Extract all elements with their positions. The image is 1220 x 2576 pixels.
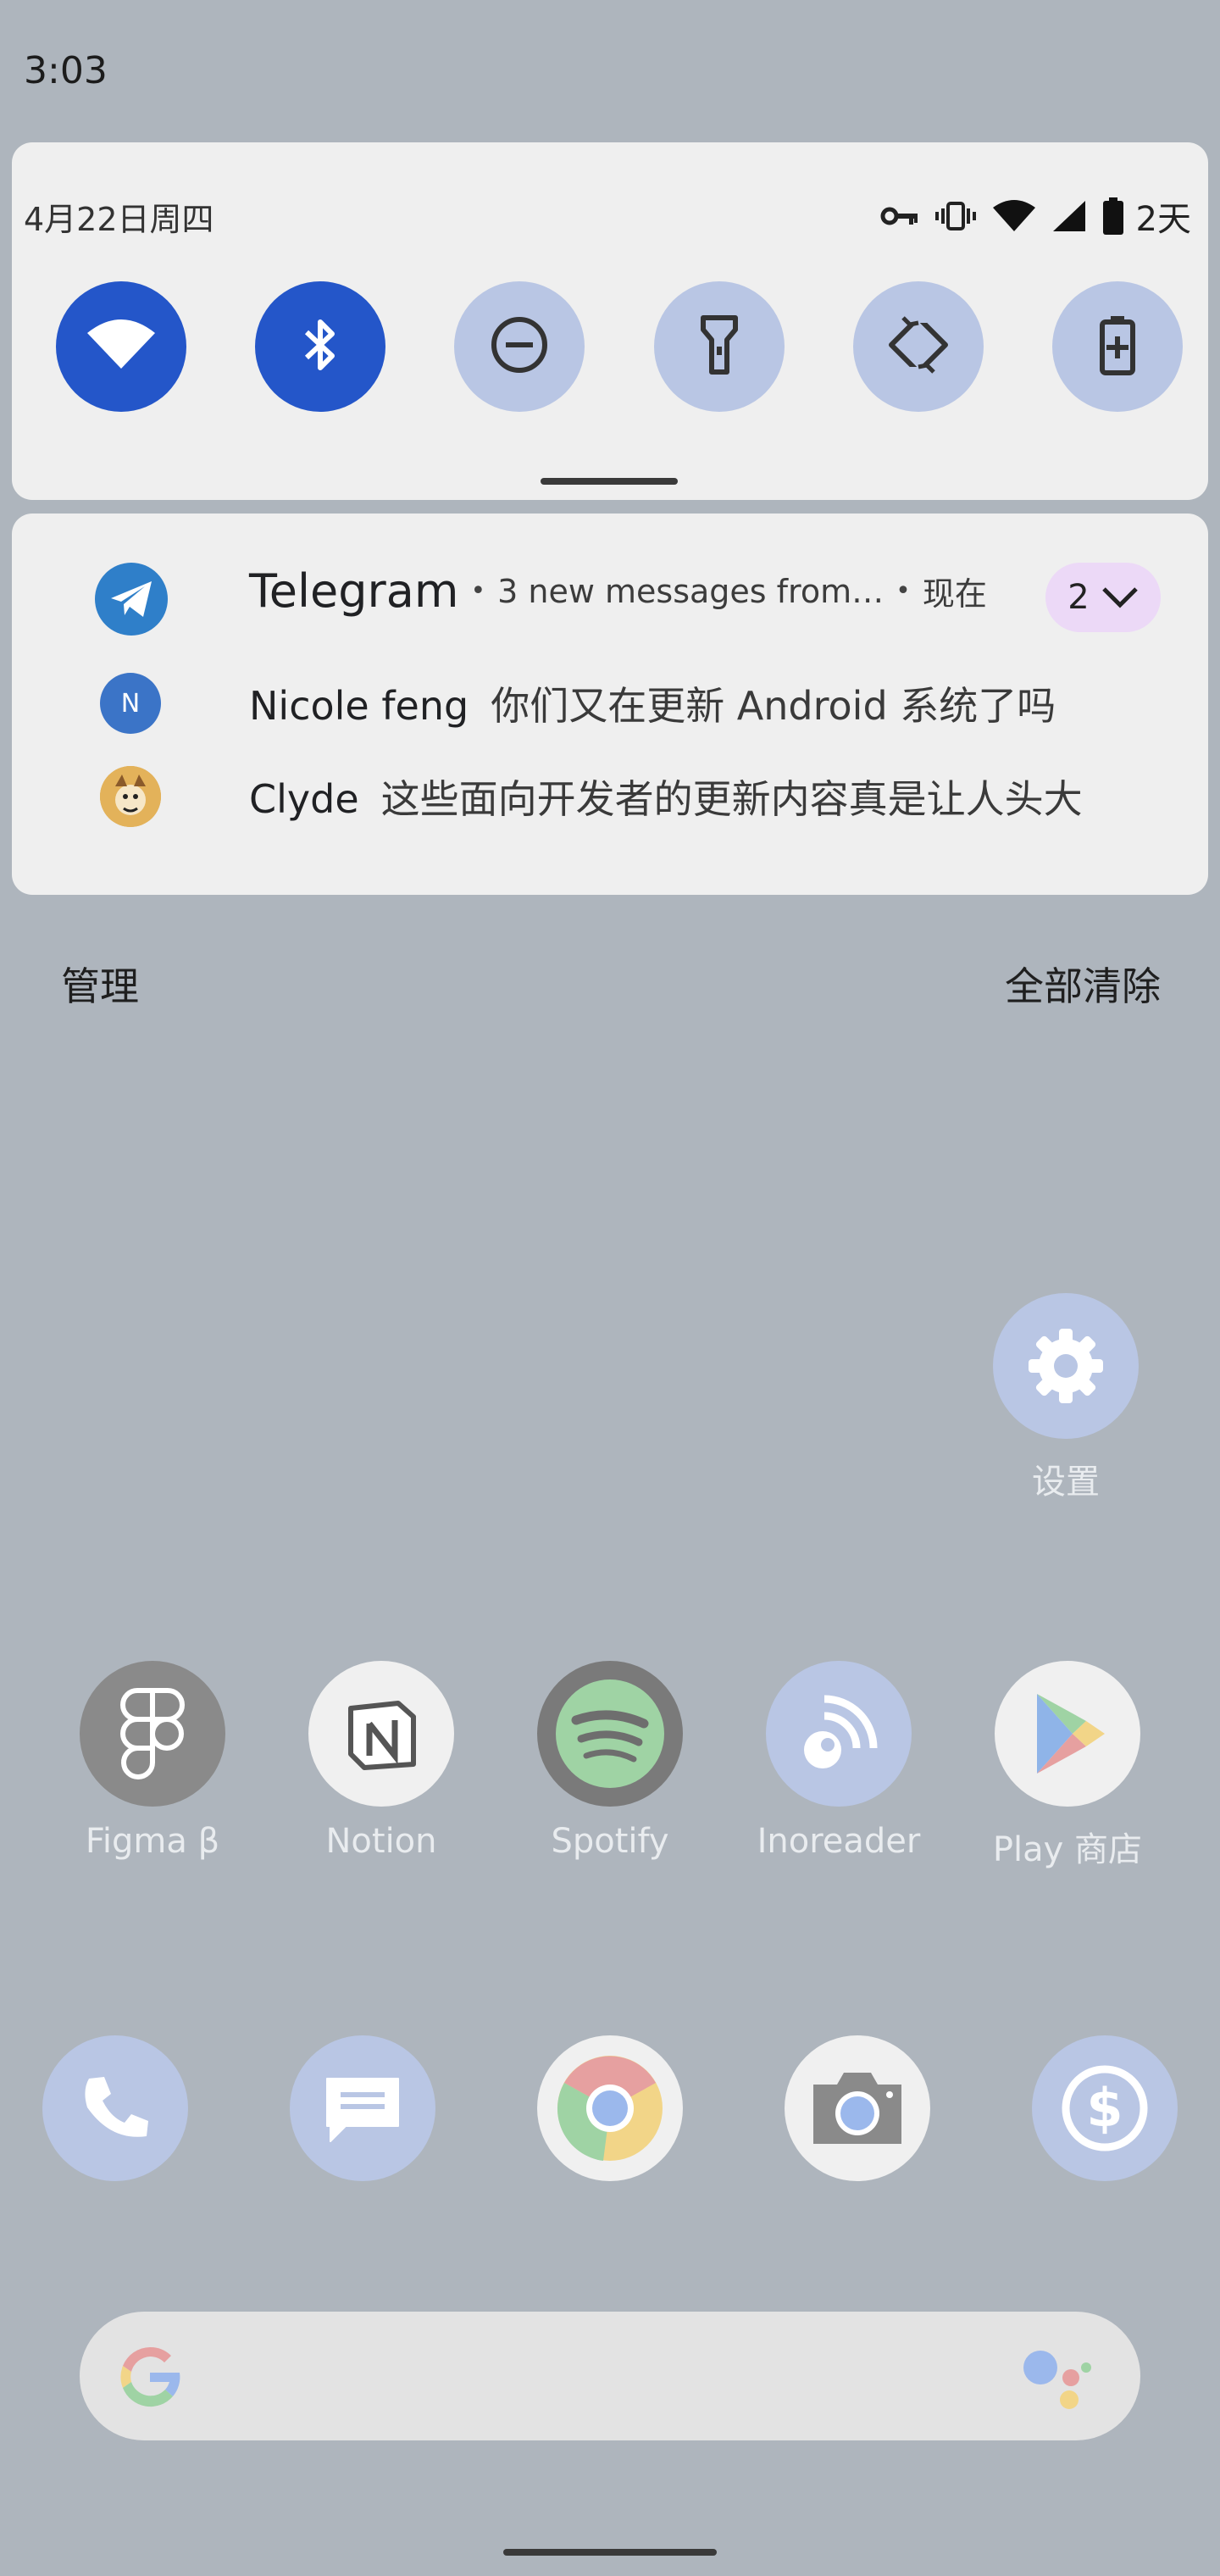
app-inoreader[interactable]: Inoreader: [729, 1661, 949, 1871]
notification-title: 3 new messages from…: [497, 572, 884, 610]
messages-icon: [290, 2035, 435, 2181]
quick-settings-date: 4月22日周四: [24, 201, 214, 238]
telegram-icon: [95, 563, 168, 636]
app-label: Notion: [325, 1822, 437, 1861]
dock-chrome[interactable]: [537, 2035, 683, 2181]
app-notion[interactable]: Notion: [271, 1661, 491, 1871]
google-g-icon: [114, 2340, 186, 2417]
message-body: 这些面向开发者的更新内容真是让人头大: [380, 776, 1083, 822]
figma-icon: [80, 1661, 225, 1807]
message-text: Clyde 这些面向开发者的更新内容真是让人头大: [249, 769, 1083, 824]
battery-label: 2天: [1135, 200, 1191, 239]
flashlight-icon: [698, 314, 740, 379]
app-label: 设置: [1032, 1463, 1100, 1502]
message-sender: Clyde: [249, 776, 359, 822]
message-text: Nicole feng 你们又在更新 Android 系统了吗: [249, 675, 1056, 731]
vibrate-icon: [934, 200, 977, 232]
bluetooth-tile[interactable]: [255, 281, 386, 412]
battery-icon: [1102, 197, 1124, 235]
pay-icon: $: [1032, 2035, 1178, 2181]
gear-icon: [993, 1293, 1139, 1439]
status-icons: 2天: [880, 192, 1191, 241]
dock-pay[interactable]: $: [1032, 2035, 1178, 2181]
dock-messages[interactable]: [290, 2035, 435, 2181]
do-not-disturb-icon: [489, 314, 550, 379]
wifi-signal-icon: [992, 199, 1036, 233]
avatar-initial: N: [120, 688, 141, 719]
vpn-key-icon: [880, 203, 919, 229]
message-sender: Nicole feng: [249, 683, 469, 729]
camera-icon: [785, 2035, 930, 2181]
assistant-icon[interactable]: [1022, 2347, 1093, 2415]
spotify-icon: [537, 1661, 683, 1807]
message-row: N Nicole feng 你们又在更新 Android 系统了吗: [12, 669, 1208, 737]
quick-settings-panel: 4月22日周四 2天: [12, 142, 1208, 500]
do-not-disturb-tile[interactable]: [454, 281, 585, 412]
quick-settings-tiles: [56, 281, 1183, 412]
clear-all-button[interactable]: 全部清除: [1005, 956, 1161, 1012]
home-gesture-handle[interactable]: [503, 2549, 717, 2556]
notification-time: 现在: [922, 575, 987, 613]
separator-dot: •: [896, 576, 911, 606]
notification-count: 2: [1068, 578, 1090, 617]
auto-rotate-tile[interactable]: [852, 281, 984, 412]
battery-saver-tile[interactable]: [1051, 281, 1183, 412]
svg-text:$: $: [1086, 2077, 1123, 2139]
notion-icon: [308, 1661, 454, 1807]
avatar: N: [100, 673, 161, 734]
phone-icon: [42, 2035, 188, 2181]
wifi-icon: [86, 318, 157, 375]
auto-rotate-icon: [884, 311, 952, 382]
cell-signal-icon: [1051, 199, 1087, 233]
telegram-notification[interactable]: Telegram • 3 new messages from… • 现在 2 N…: [12, 514, 1208, 895]
app-label: Play 商店: [992, 1830, 1143, 1869]
avatar: [100, 766, 161, 827]
app-settings[interactable]: 设置: [956, 1293, 1176, 1503]
google-search-bar[interactable]: [80, 2312, 1140, 2440]
notification-expand-button[interactable]: 2: [1045, 563, 1161, 632]
dock-camera[interactable]: [785, 2035, 930, 2181]
app-label: Inoreader: [757, 1822, 921, 1861]
home-app-row: Figma β Notion Spotify Inoreader Play 商店: [42, 1661, 1178, 1871]
dock-phone[interactable]: [42, 2035, 188, 2181]
dock: $: [42, 2035, 1178, 2181]
battery-saver-icon: [1099, 314, 1136, 379]
play-store-icon: [995, 1661, 1140, 1807]
manage-button[interactable]: 管理: [61, 956, 139, 1012]
message-body: 你们又在更新 Android 系统了吗: [491, 683, 1056, 729]
app-spotify[interactable]: Spotify: [500, 1661, 720, 1871]
inoreader-icon: [766, 1661, 912, 1807]
chevron-down-icon: [1101, 578, 1139, 617]
message-row: Clyde 这些面向开发者的更新内容真是让人头大: [12, 763, 1208, 830]
bluetooth-icon: [295, 315, 346, 378]
quick-settings-drag-handle[interactable]: [541, 478, 678, 485]
notification-app-name: Telegram: [249, 564, 459, 618]
app-label: Figma β: [85, 1822, 220, 1861]
notification-header: Telegram • 3 new messages from… • 现在: [249, 564, 987, 618]
status-bar-time: 3:03: [24, 49, 108, 92]
app-play-store[interactable]: Play 商店: [957, 1661, 1178, 1871]
wifi-tile[interactable]: [56, 281, 186, 412]
separator-dot: •: [470, 576, 486, 606]
app-label: Spotify: [551, 1822, 669, 1861]
app-figma[interactable]: Figma β: [42, 1661, 263, 1871]
flashlight-tile[interactable]: [653, 281, 785, 412]
chrome-icon: [537, 2035, 683, 2181]
